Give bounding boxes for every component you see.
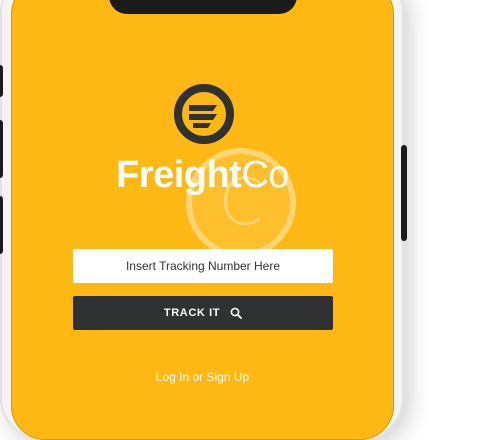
phone-frame: FreightCo C TRACK IT Log In or Sign Up: [0, 0, 407, 440]
brand-name-light: Co: [241, 154, 289, 196]
signup-link[interactable]: Sign Up: [207, 370, 250, 384]
track-it-label: TRACK IT: [163, 307, 221, 319]
auth-links: Log In or Sign Up: [11, 370, 394, 384]
brand-name-bold: Freight: [116, 154, 242, 196]
auth-separator: or: [192, 370, 204, 384]
volume-down-button: [0, 196, 3, 254]
brand-name: FreightCo: [11, 156, 394, 194]
tracking-number-input[interactable]: [73, 249, 333, 283]
mute-switch: [0, 65, 3, 97]
search-icon: [230, 307, 242, 319]
app-screen: FreightCo C TRACK IT Log In or Sign Up: [11, 0, 394, 440]
power-button: [401, 145, 407, 241]
freightco-logo-icon: [174, 84, 234, 144]
track-it-button[interactable]: TRACK IT: [73, 296, 333, 330]
login-link[interactable]: Log In: [156, 370, 189, 384]
phone-notch: [109, 0, 297, 14]
volume-up-button: [0, 120, 3, 178]
